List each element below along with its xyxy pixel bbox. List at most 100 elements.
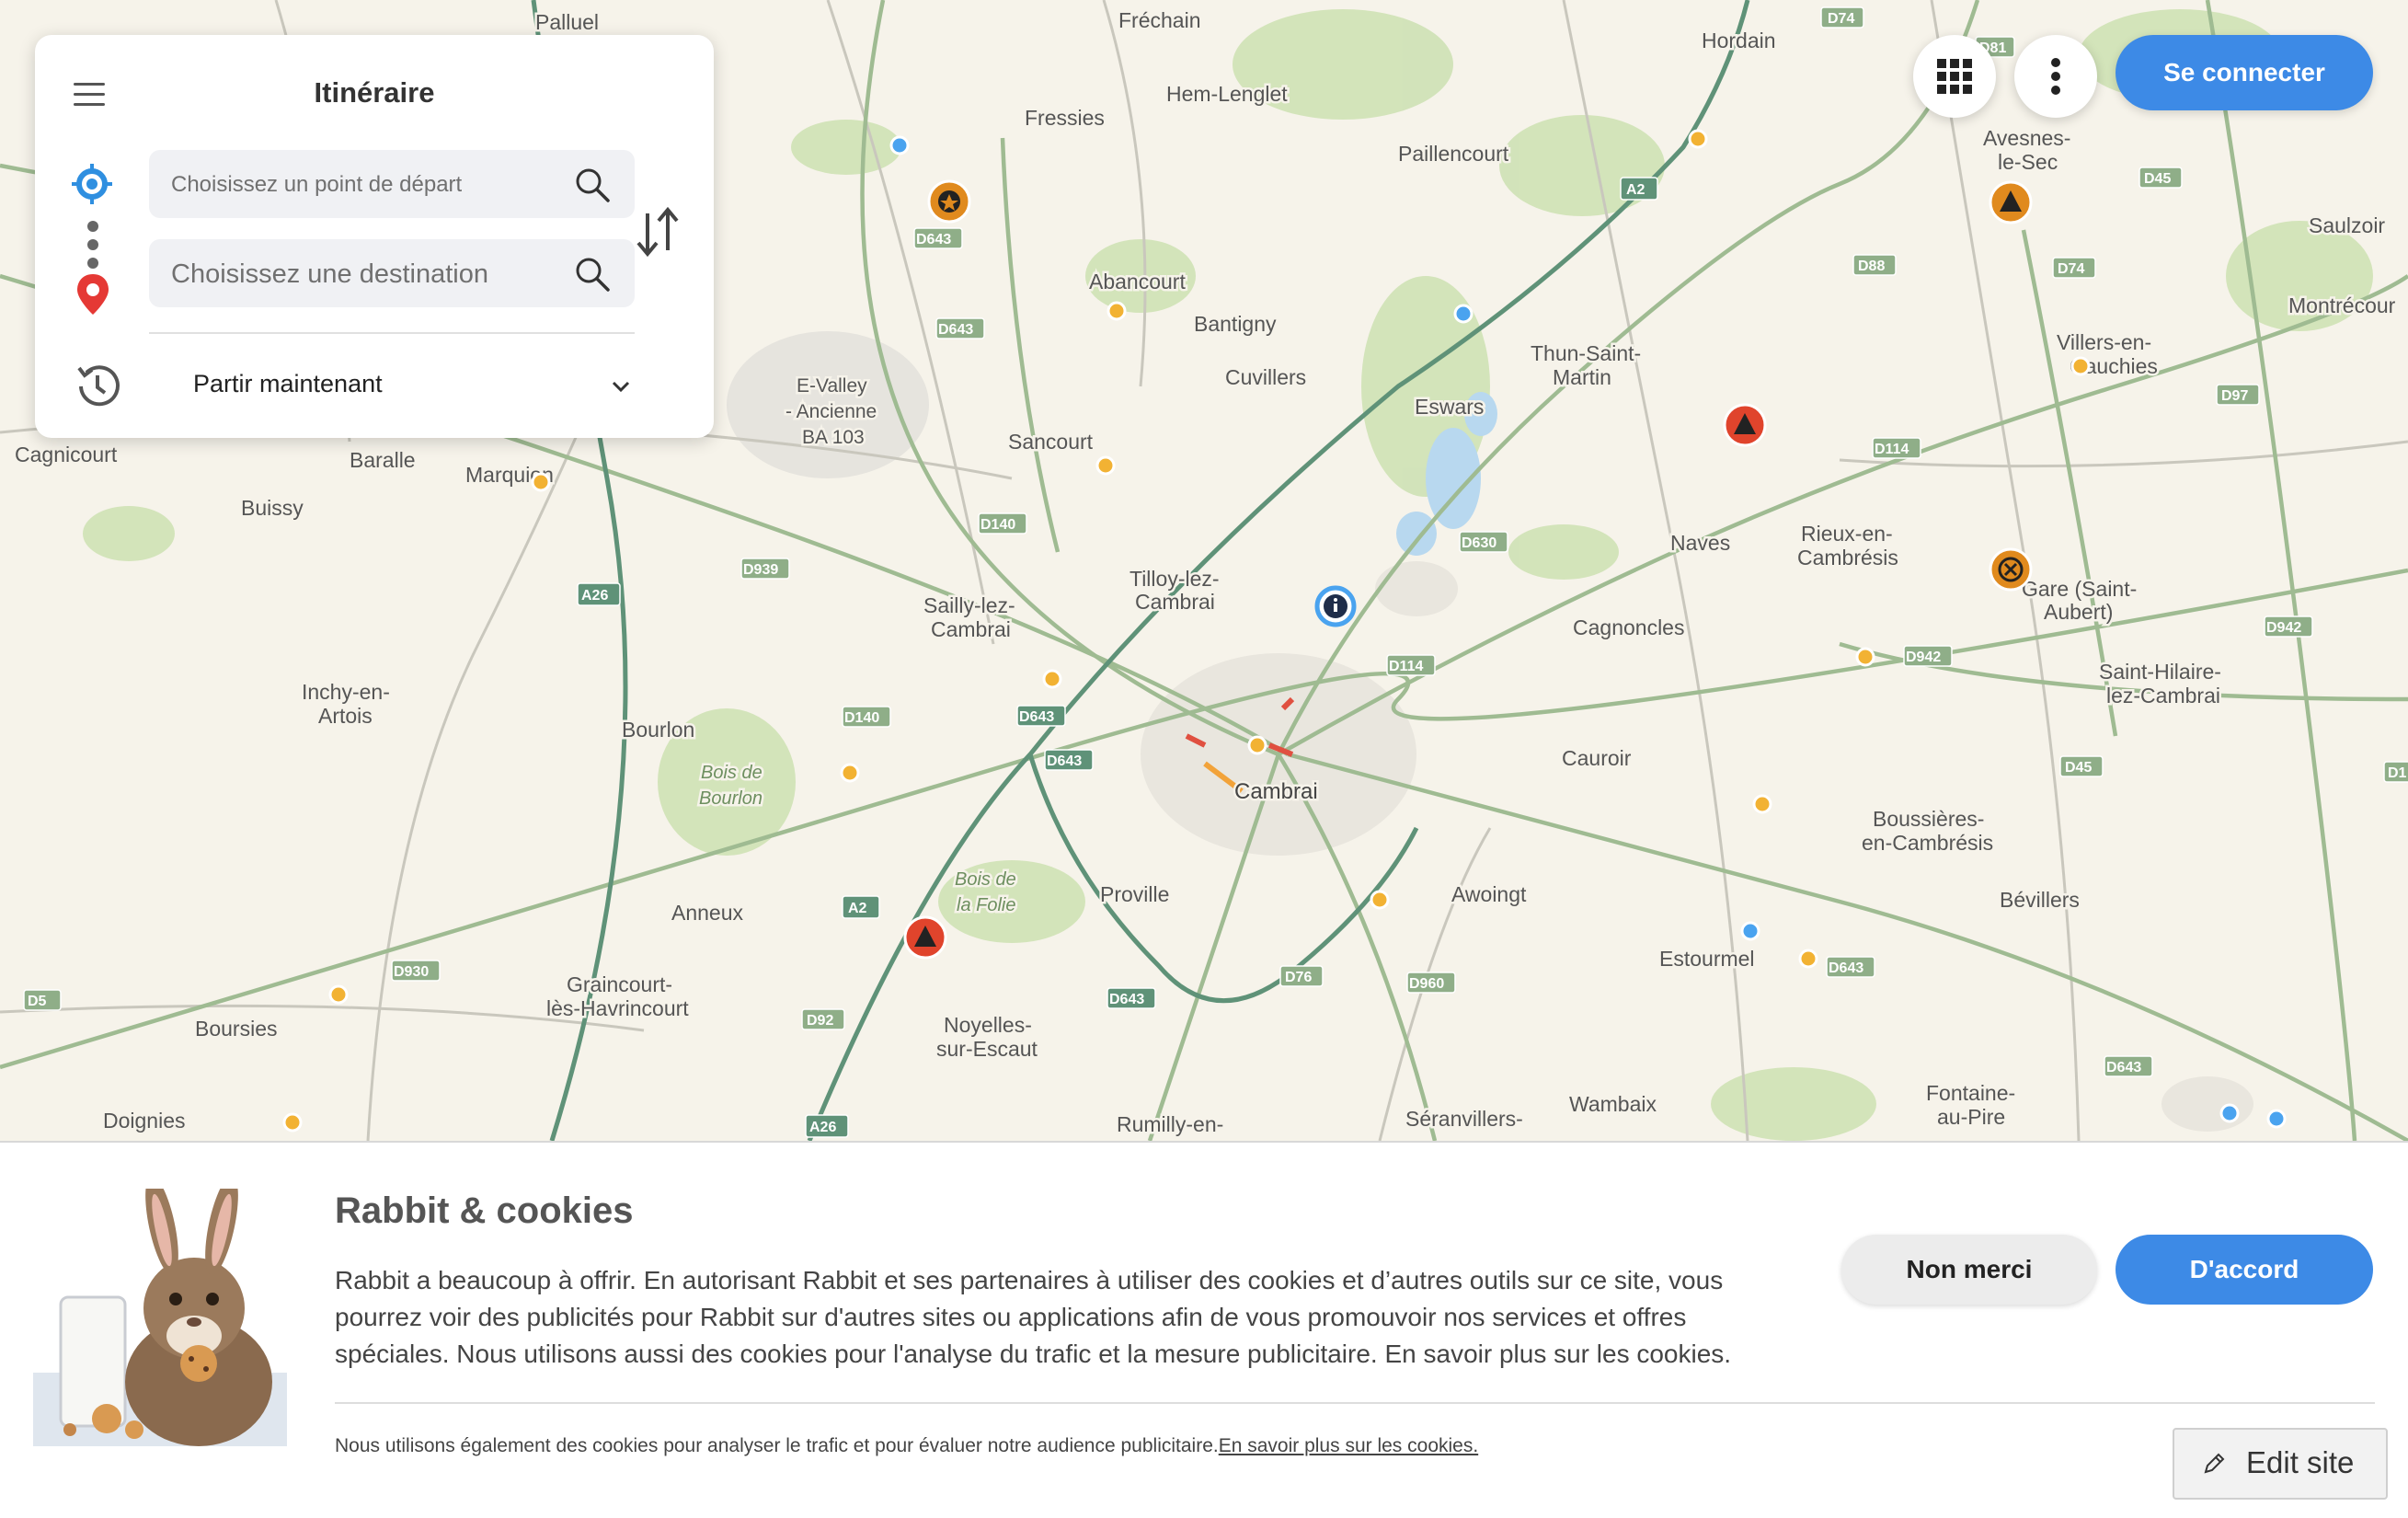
- accept-button[interactable]: D'accord: [2116, 1235, 2373, 1305]
- warning-icon: [903, 915, 947, 960]
- svg-text:D942: D942: [2266, 620, 2301, 636]
- apps-grid-button[interactable]: [1913, 35, 1996, 118]
- chevron-down-icon[interactable]: [611, 379, 631, 394]
- itinerary-panel: Itinéraire Choisissez un point de départ…: [35, 35, 714, 438]
- destination-field[interactable]: [149, 239, 635, 309]
- svg-text:Cauroir: Cauroir: [1562, 746, 1632, 770]
- svg-text:Cambrésis: Cambrésis: [1797, 546, 1898, 569]
- svg-text:Avesnes-: Avesnes-: [1983, 126, 2070, 150]
- start-input[interactable]: [169, 150, 541, 220]
- svg-text:Hordain: Hordain: [1702, 29, 1776, 52]
- svg-text:D643: D643: [1829, 960, 1863, 976]
- info-icon[interactable]: [1314, 585, 1357, 627]
- svg-text:Bourlon: Bourlon: [699, 788, 763, 809]
- more-vertical-icon: [2051, 58, 2060, 95]
- svg-text:Martin: Martin: [1553, 365, 1611, 389]
- police-icon: [927, 179, 971, 224]
- svg-text:D1: D1: [2388, 765, 2407, 781]
- svg-text:D630: D630: [1462, 535, 1496, 551]
- svg-text:D114: D114: [1389, 659, 1423, 674]
- svg-text:Fressies: Fressies: [1025, 106, 1105, 130]
- warning-icon: [1989, 180, 2033, 224]
- svg-text:D45: D45: [2144, 171, 2171, 187]
- svg-text:D643: D643: [916, 232, 951, 247]
- svg-text:D74: D74: [1828, 11, 1854, 27]
- swap-icon[interactable]: [633, 201, 684, 265]
- svg-text:Gare (Saint-: Gare (Saint-: [2022, 577, 2137, 601]
- svg-text:Bois de: Bois de: [701, 763, 763, 783]
- svg-text:D140: D140: [980, 517, 1015, 533]
- edit-site-button[interactable]: Edit site: [2173, 1428, 2388, 1500]
- svg-text:Anneux: Anneux: [671, 901, 744, 925]
- svg-text:Boursies: Boursies: [195, 1017, 277, 1041]
- svg-text:Aubert): Aubert): [2044, 600, 2113, 624]
- grid-icon: [1937, 59, 1972, 94]
- login-button[interactable]: Se connecter: [2116, 35, 2373, 110]
- svg-text:D140: D140: [844, 710, 879, 726]
- cookie-body: Rabbit a beaucoup à offrir. En autorisan…: [335, 1266, 1732, 1368]
- svg-text:Abancourt: Abancourt: [1089, 270, 1186, 293]
- svg-text:Villers-en-: Villers-en-: [2057, 330, 2151, 354]
- departure-time-selector[interactable]: Partir maintenant: [72, 355, 642, 418]
- svg-text:Bantigny: Bantigny: [1194, 312, 1277, 336]
- cookie-title: Rabbit & cookies: [335, 1190, 634, 1231]
- svg-text:Proville: Proville: [1100, 882, 1169, 906]
- svg-text:A2: A2: [1626, 182, 1645, 198]
- rabbit-cookie-illustration: [33, 1189, 287, 1446]
- svg-text:Cambrai: Cambrai: [931, 617, 1011, 641]
- svg-text:Boussières-: Boussières-: [1873, 807, 1984, 831]
- closed-road-icon: [1989, 547, 2033, 592]
- svg-text:D92: D92: [807, 1013, 833, 1029]
- svg-text:E-Valley: E-Valley: [797, 375, 867, 397]
- cookie-footnote: Nous utilisons également des cookies pou…: [335, 1435, 1478, 1457]
- learn-more-link[interactable]: En savoir plus sur les cookies.: [1219, 1435, 1478, 1456]
- svg-text:D74: D74: [2058, 261, 2084, 277]
- svg-text:Wambaix: Wambaix: [1569, 1092, 1657, 1116]
- departure-label: Partir maintenant: [193, 370, 383, 397]
- svg-text:Hem-Lenglet: Hem-Lenglet: [1166, 82, 1288, 106]
- svg-text:au-Pire: au-Pire: [1937, 1105, 2005, 1129]
- search-icon[interactable]: [574, 256, 611, 293]
- svg-text:Noyelles-: Noyelles-: [944, 1013, 1032, 1037]
- svg-text:Estourmel: Estourmel: [1659, 947, 1755, 971]
- search-icon[interactable]: [574, 167, 611, 203]
- history-clock-icon: [77, 365, 120, 407]
- svg-text:le-Sec: le-Sec: [1998, 150, 2058, 174]
- svg-text:D643: D643: [2106, 1060, 2141, 1075]
- footnote-text: Nous utilisons également des cookies pou…: [335, 1435, 1219, 1456]
- warning-icon: [1723, 403, 1767, 447]
- svg-text:D88: D88: [1858, 259, 1885, 274]
- svg-text:Sailly-lez-: Sailly-lez-: [923, 593, 1015, 617]
- svg-text:Cagnoncles: Cagnoncles: [1573, 615, 1684, 639]
- svg-text:D5: D5: [28, 994, 47, 1009]
- decline-button[interactable]: Non merci: [1841, 1235, 2097, 1305]
- svg-text:- Ancienne: - Ancienne: [785, 401, 877, 422]
- svg-text:D97: D97: [2221, 388, 2248, 404]
- svg-text:Bois de: Bois de: [955, 869, 1016, 890]
- svg-text:Montrécour: Montrécour: [2288, 293, 2396, 317]
- edit-site-label: Edit site: [2246, 1445, 2355, 1479]
- panel-title: Itinéraire: [314, 76, 435, 109]
- svg-text:Cambrai: Cambrai: [1135, 590, 1215, 614]
- svg-text:Bévillers: Bévillers: [2000, 888, 2080, 912]
- svg-text:D76: D76: [1285, 970, 1312, 985]
- svg-text:Buissy: Buissy: [241, 496, 304, 520]
- svg-text:Inchy-en-: Inchy-en-: [302, 680, 390, 704]
- destination-input[interactable]: [169, 239, 541, 309]
- svg-text:Séranvillers-: Séranvillers-: [1405, 1107, 1523, 1131]
- svg-text:D114: D114: [1875, 442, 1909, 457]
- svg-text:Bourlon: Bourlon: [622, 718, 694, 742]
- divider: [149, 332, 635, 334]
- svg-text:lès-Havrincourt: lès-Havrincourt: [546, 996, 689, 1020]
- pencil-icon: [2204, 1453, 2225, 1474]
- svg-text:sur-Escaut: sur-Escaut: [936, 1037, 1038, 1061]
- more-options-button[interactable]: [2014, 35, 2097, 118]
- svg-text:BA 103: BA 103: [802, 427, 865, 448]
- svg-text:Rieux-en-: Rieux-en-: [1801, 522, 1893, 546]
- svg-text:D643: D643: [1109, 992, 1144, 1007]
- svg-text:A26: A26: [581, 588, 608, 604]
- svg-text:Thun-Saint-: Thun-Saint-: [1531, 341, 1641, 365]
- svg-text:D930: D930: [394, 964, 429, 980]
- svg-text:Graincourt-: Graincourt-: [567, 972, 672, 996]
- start-field[interactable]: [149, 150, 635, 220]
